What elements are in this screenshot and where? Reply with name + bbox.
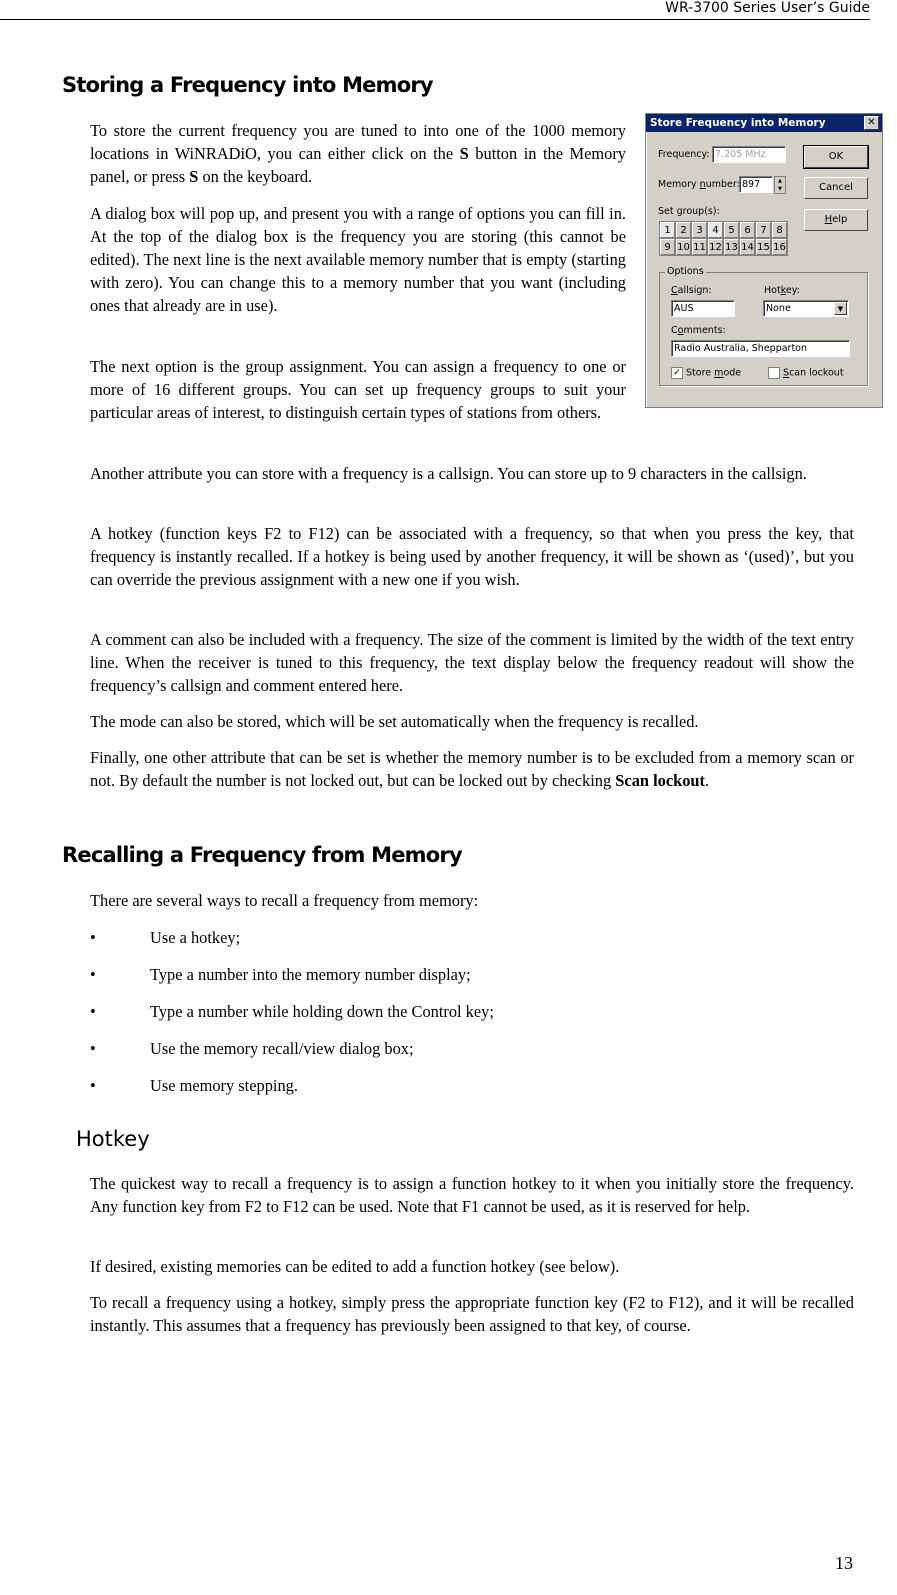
callsign-input[interactable]: AUS: [671, 300, 735, 317]
page-number: 13: [835, 1553, 853, 1573]
hotkey-select[interactable]: None ▼: [763, 300, 849, 317]
memory-number-input[interactable]: 897: [739, 176, 773, 193]
comments-input[interactable]: Radio Australia, Shepparton: [671, 340, 850, 357]
group-toggle-11[interactable]: 11: [692, 239, 707, 255]
close-icon[interactable]: ✕: [864, 116, 879, 130]
group-toggle-14[interactable]: 14: [740, 239, 755, 255]
running-header: WR-3700 Series User’s Guide: [665, 0, 870, 16]
checkbox-unchecked-icon[interactable]: [768, 367, 780, 379]
frequency-field: 7.205 MHz: [712, 146, 786, 163]
paragraph: The next option is the group assignment.…: [90, 357, 626, 422]
group-toggle-10[interactable]: 10: [676, 239, 691, 255]
checkbox-checked-icon[interactable]: ✓: [671, 367, 683, 379]
cancel-button[interactable]: Cancel: [804, 177, 868, 199]
group-toggle-6[interactable]: 6: [740, 222, 755, 238]
paragraph: Finally, one other attribute that can be…: [90, 748, 854, 790]
group-toggle-7[interactable]: 7: [756, 222, 771, 238]
dialog-titlebar: Store Frequency into Memory ✕: [646, 114, 882, 132]
options-label: Options: [665, 266, 706, 277]
group-toggle-2[interactable]: 2: [676, 222, 691, 238]
paragraph: There are several ways to recall a frequ…: [90, 891, 479, 910]
comments-label: Comments:: [671, 325, 726, 336]
group-toggle-8[interactable]: 8: [772, 222, 787, 238]
paragraph: To store the current frequency you are t…: [90, 121, 627, 186]
group-toggle-1[interactable]: 1: [660, 222, 675, 238]
help-button[interactable]: Help: [804, 209, 868, 231]
group-toggle-13[interactable]: 13: [724, 239, 739, 255]
hotkey-label: Hotkey:: [764, 285, 800, 296]
memory-number-spinner[interactable]: ▲ ▼: [774, 176, 786, 194]
paragraph: A comment can also be included with a fr…: [90, 630, 854, 695]
paragraph: The mode can also be stored, which will …: [90, 712, 699, 731]
header-rule: [0, 19, 870, 20]
ok-button[interactable]: OK: [803, 145, 869, 169]
paragraph: The quickest way to recall a frequency i…: [90, 1174, 854, 1216]
group-toggle-15[interactable]: 15: [756, 239, 771, 255]
group-toggle-4[interactable]: 4: [708, 222, 723, 238]
memory-number-label: Memory number:: [658, 179, 740, 190]
paragraph: To recall a frequency using a hotkey, si…: [90, 1293, 854, 1335]
set-groups-label: Set group(s):: [658, 206, 720, 217]
group-grid: 1 2 3 4 5 6 7 8 9 10 11 12 13 14 15 16: [659, 221, 788, 256]
group-toggle-3[interactable]: 3: [692, 222, 707, 238]
section-heading-storing: Storing a Frequency into Memory: [62, 73, 434, 97]
paragraph: If desired, existing memories can be edi…: [90, 1257, 620, 1276]
store-frequency-dialog: Store Frequency into Memory ✕ Frequency:…: [645, 113, 883, 408]
subsection-heading-hotkey: Hotkey: [76, 1127, 150, 1151]
group-toggle-12[interactable]: 12: [708, 239, 723, 255]
callsign-label: Callsign:: [671, 285, 712, 296]
scan-lockout-checkbox[interactable]: Scan lockout: [768, 367, 844, 379]
chevron-down-icon[interactable]: ▼: [834, 302, 847, 315]
hotkey-selected-value: None: [766, 303, 791, 314]
group-toggle-5[interactable]: 5: [724, 222, 739, 238]
store-mode-checkbox[interactable]: ✓ Store mode: [671, 367, 741, 379]
section-heading-recalling: Recalling a Frequency from Memory: [62, 843, 463, 867]
frequency-label: Frequency:: [658, 149, 710, 160]
group-toggle-16[interactable]: 16: [772, 239, 787, 255]
dialog-title: Store Frequency into Memory: [650, 117, 826, 129]
paragraph: A dialog box will pop up, and present yo…: [90, 204, 626, 315]
group-toggle-9[interactable]: 9: [660, 239, 675, 255]
paragraph: Another attribute you can store with a f…: [90, 464, 807, 483]
paragraph: A hotkey (function keys F2 to F12) can b…: [90, 524, 854, 589]
